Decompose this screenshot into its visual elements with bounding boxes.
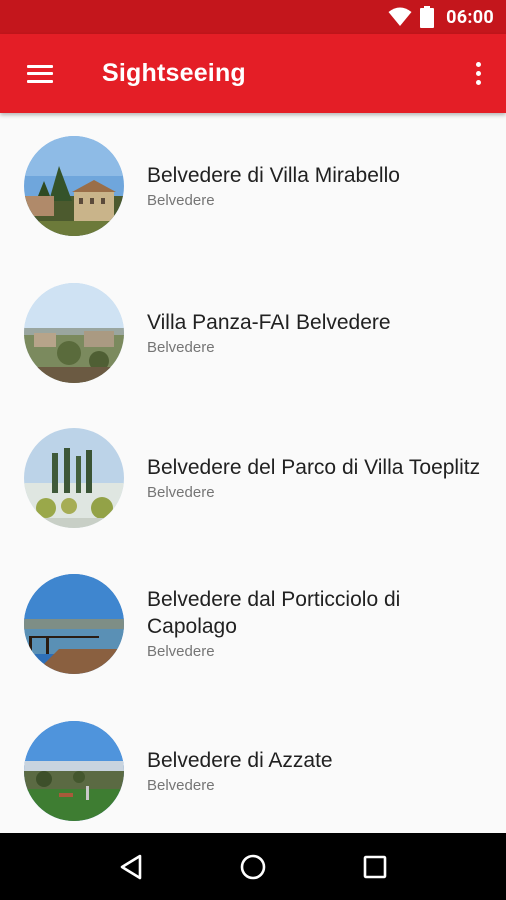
- sightseeing-list: Belvedere di Villa Mirabello Belvedere V…: [0, 113, 506, 833]
- page-title: Sightseeing: [102, 59, 246, 87]
- recents-icon: [363, 855, 387, 878]
- list-item[interactable]: Belvedere del Parco di Villa Toeplitz Be…: [0, 408, 506, 548]
- menu-button[interactable]: [0, 34, 80, 113]
- item-text: Belvedere dal Porticciolo di Capolago Be…: [147, 586, 486, 662]
- item-text: Belvedere del Parco di Villa Toeplitz Be…: [147, 454, 486, 503]
- app-bar: Sightseeing: [0, 34, 506, 113]
- item-subtitle: Belvedere: [147, 191, 215, 209]
- list-item[interactable]: Belvedere dal Porticciolo di Capolago Be…: [0, 554, 506, 694]
- wifi-icon: [388, 7, 412, 26]
- item-title: Belvedere di Villa Mirabello: [147, 163, 400, 187]
- item-thumbnail: [24, 721, 124, 821]
- item-thumbnail: [24, 136, 124, 236]
- list-item[interactable]: Villa Panza-FAI Belvedere Belvedere: [0, 263, 506, 403]
- item-title: Belvedere di Azzate: [147, 748, 333, 772]
- item-text: Villa Panza-FAI Belvedere Belvedere: [147, 309, 486, 358]
- item-title: Belvedere del Parco di Villa Toeplitz: [147, 455, 481, 479]
- status-bar: 06:00: [0, 0, 506, 34]
- back-button[interactable]: [101, 837, 161, 897]
- item-thumbnail: [24, 428, 124, 528]
- item-subtitle: Belvedere: [147, 776, 215, 794]
- status-time: 06:00: [446, 6, 494, 28]
- list-item[interactable]: Belvedere di Villa Mirabello Belvedere: [0, 116, 506, 256]
- home-button[interactable]: [223, 837, 283, 897]
- navigation-bar: [0, 833, 506, 900]
- item-subtitle: Belvedere: [147, 483, 215, 501]
- item-text: Belvedere di Villa Mirabello Belvedere: [147, 162, 486, 211]
- item-title: Belvedere dal Porticciolo di Capolago: [147, 588, 401, 638]
- list-item[interactable]: Belvedere di Azzate Belvedere: [0, 701, 506, 833]
- item-title: Villa Panza-FAI Belvedere: [147, 310, 391, 334]
- item-thumbnail: [24, 283, 124, 383]
- more-vert-icon: [475, 62, 481, 67]
- item-thumbnail: [24, 574, 124, 674]
- item-subtitle: Belvedere: [147, 643, 215, 660]
- recents-button[interactable]: [345, 837, 405, 897]
- item-subtitle: Belvedere: [147, 338, 215, 356]
- more-options-button[interactable]: [450, 34, 506, 113]
- back-icon: [120, 854, 142, 879]
- menu-icon: [27, 64, 53, 83]
- home-icon: [240, 854, 266, 879]
- battery-icon: [420, 6, 435, 28]
- item-text: Belvedere di Azzate Belvedere: [147, 747, 486, 796]
